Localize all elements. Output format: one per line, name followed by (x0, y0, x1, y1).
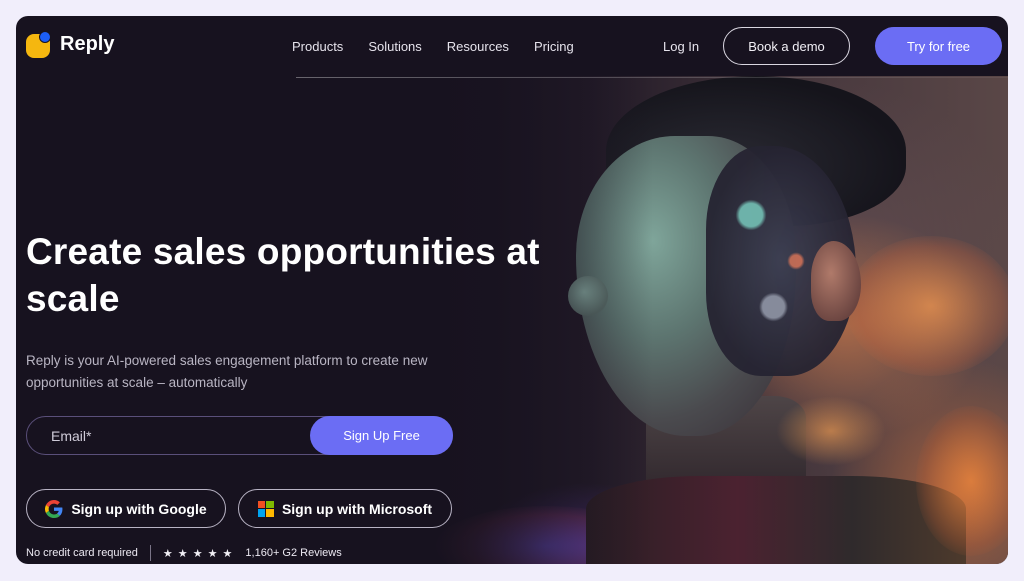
hero-card: Reply Products Solutions Resources Prici… (16, 16, 1008, 564)
g2-reviews-text[interactable]: 1,160+ G2 Reviews (245, 547, 341, 559)
top-nav: Reply Products Solutions Resources Prici… (16, 16, 1008, 78)
nav-divider (296, 77, 1008, 78)
nav-resources[interactable]: Resources (447, 39, 509, 54)
star-rating-icon: ★ ★ ★ ★ ★ (162, 547, 234, 560)
divider (149, 545, 151, 561)
google-signup-label: Sign up with Google (71, 500, 207, 517)
google-icon (45, 499, 63, 518)
brand-name: Reply (60, 33, 115, 55)
email-input[interactable] (51, 417, 301, 454)
try-for-free-button[interactable]: Try for free (875, 27, 1002, 65)
trust-row: No credit card required ★ ★ ★ ★ ★ 1,160+… (26, 545, 342, 561)
microsoft-icon (257, 500, 274, 517)
google-signup-button[interactable]: Sign up with Google (26, 489, 226, 528)
nav-solutions[interactable]: Solutions (368, 39, 421, 54)
main-menu: Products Solutions Resources Pricing (292, 39, 574, 54)
microsoft-signup-label: Sign up with Microsoft (281, 500, 433, 517)
microsoft-signup-button[interactable]: Sign up with Microsoft (238, 489, 452, 528)
reply-logo-icon (26, 31, 51, 58)
hero-subheadline: Reply is your AI-powered sales engagemen… (26, 353, 428, 390)
login-link[interactable]: Log In (663, 39, 699, 54)
sign-up-free-button[interactable]: Sign Up Free (310, 416, 453, 455)
email-signup-form: Sign Up Free (26, 416, 453, 455)
nav-pricing[interactable]: Pricing (534, 39, 574, 54)
no-credit-card-text: No credit card required (26, 547, 138, 559)
logo[interactable]: Reply (26, 31, 115, 58)
book-demo-button[interactable]: Book a demo (723, 27, 850, 65)
hero-headline: Create sales opportunities at scale (26, 231, 540, 319)
nav-products[interactable]: Products (292, 39, 343, 54)
